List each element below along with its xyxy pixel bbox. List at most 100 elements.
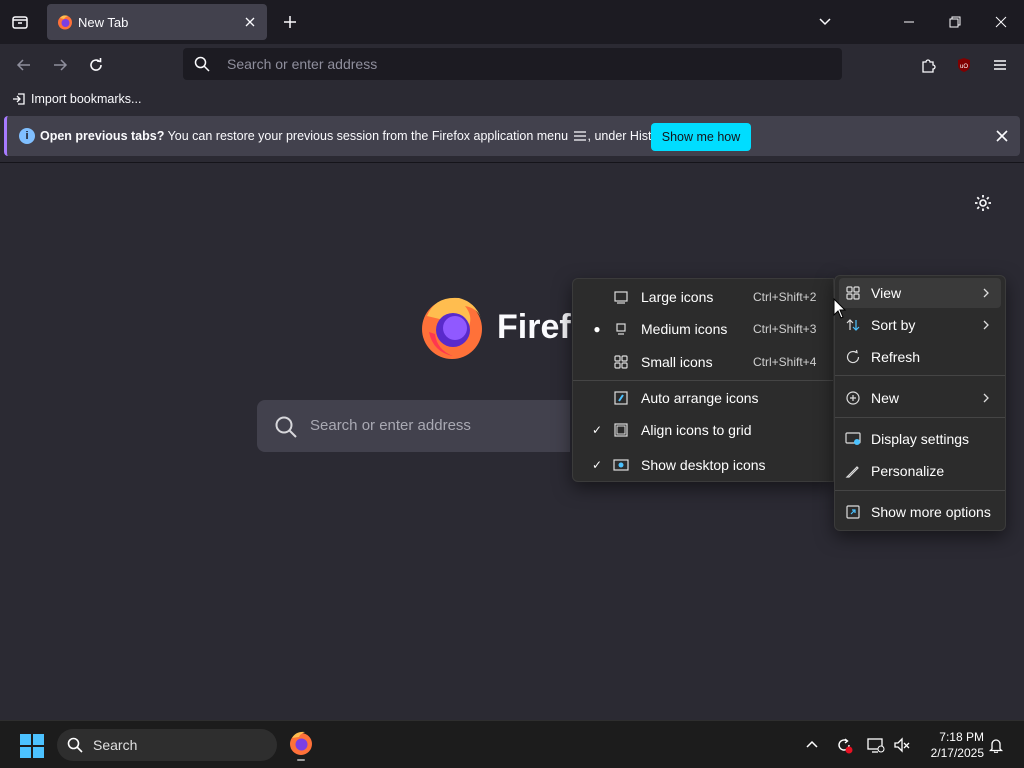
- menu-separator: [573, 380, 833, 381]
- address-bar[interactable]: Search or enter address: [183, 48, 842, 80]
- menu-item-shortcut: Ctrl+Shift+2: [753, 290, 817, 304]
- menu-item-label: Auto arrange icons: [641, 390, 759, 406]
- menu-item-shortcut: Ctrl+Shift+4: [753, 355, 817, 369]
- ublock-icon: uO: [958, 58, 970, 72]
- firefox-icon: [290, 731, 312, 755]
- menu-item-auto-arrange[interactable]: Auto arrange icons: [577, 383, 829, 413]
- checkmark-icon: ✓: [591, 423, 603, 437]
- tab-overflow-button[interactable]: [814, 11, 836, 33]
- restore-session-infobar: i Open previous tabs? You can restore yo…: [4, 116, 1020, 156]
- desktop-context-menu: View Sort by Refresh New Display setting…: [834, 275, 1006, 531]
- back-button[interactable]: [11, 52, 37, 78]
- arrow-left-icon: [16, 59, 30, 71]
- ublock-origin-button[interactable]: uO: [951, 52, 977, 78]
- chevron-right-icon: [983, 288, 989, 298]
- menu-item-view[interactable]: View: [839, 278, 1001, 308]
- grid-icon: [846, 286, 860, 300]
- bookmarks-toolbar: Import bookmarks...: [0, 84, 1024, 114]
- menu-item-label: Personalize: [871, 463, 945, 479]
- firefox-favicon-icon: [58, 15, 72, 30]
- menu-item-show-desktop-icons[interactable]: ✓ Show desktop icons: [577, 450, 829, 480]
- infobar-title: Open previous tabs?: [40, 129, 165, 143]
- extensions-button[interactable]: [916, 52, 942, 78]
- menu-item-label: Refresh: [871, 349, 921, 365]
- menu-item-sort-by[interactable]: Sort by: [839, 310, 1001, 340]
- bell-icon: [988, 739, 1004, 753]
- tab-new-tab[interactable]: New Tab: [47, 4, 267, 40]
- new-tab-button[interactable]: [279, 10, 301, 34]
- menu-item-large-icons[interactable]: Large icons Ctrl+Shift+2: [577, 282, 829, 312]
- large-icons-icon: [614, 291, 628, 304]
- newtab-search-input[interactable]: Search or enter address: [310, 417, 471, 434]
- chevron-right-icon: [983, 393, 989, 403]
- list-all-tabs-button[interactable]: [8, 10, 32, 34]
- newtab-search-box[interactable]: Search or enter address: [257, 400, 570, 452]
- show-me-how-button[interactable]: Show me how: [651, 123, 751, 151]
- small-icons-icon: [614, 355, 628, 369]
- window-close-button[interactable]: [978, 6, 1024, 38]
- search-icon: [275, 416, 297, 438]
- update-tray-button[interactable]: [834, 735, 854, 755]
- refresh-icon: [846, 349, 860, 364]
- reload-button[interactable]: [83, 52, 109, 78]
- network-tray-button[interactable]: [866, 735, 886, 755]
- firefox-logo-icon: [422, 297, 482, 359]
- menu-item-display-settings[interactable]: Display settings: [839, 424, 1001, 454]
- auto-arrange-icon: [614, 391, 628, 405]
- forward-button[interactable]: [47, 52, 73, 78]
- address-input[interactable]: Search or enter address: [227, 56, 377, 72]
- import-bookmarks-item[interactable]: Import bookmarks...: [12, 90, 141, 108]
- clock-date: 2/17/2025: [930, 746, 984, 760]
- menu-item-refresh[interactable]: Refresh: [839, 342, 1001, 372]
- menu-item-small-icons[interactable]: Small icons Ctrl+Shift+4: [577, 347, 829, 377]
- menu-item-show-more-options[interactable]: Show more options: [839, 497, 1001, 527]
- search-icon: [194, 56, 210, 72]
- restore-button[interactable]: [932, 6, 978, 38]
- menu-item-label: Display settings: [871, 431, 970, 447]
- gear-icon[interactable]: [973, 193, 993, 213]
- menu-item-personalize[interactable]: Personalize: [839, 456, 1001, 486]
- show-desktop-icon: [613, 459, 629, 471]
- firefox-wordmark: Firefox: [497, 308, 571, 346]
- taskbar: Search 7:18 PM 2/17/2025: [0, 720, 1024, 768]
- puzzle-piece-icon: [922, 59, 936, 73]
- menu-separator: [835, 417, 1005, 418]
- chevron-down-icon: [819, 18, 831, 26]
- menu-item-new[interactable]: New: [839, 383, 1001, 413]
- taskbar-search-label: Search: [93, 737, 138, 753]
- menu-item-label: Show desktop icons: [641, 457, 766, 473]
- chevron-up-icon: [806, 740, 818, 748]
- volume-tray-button[interactable]: [892, 735, 912, 755]
- import-icon: [13, 93, 25, 105]
- menu-item-align-grid[interactable]: ✓ Align icons to grid: [577, 415, 829, 445]
- infobar-close-button[interactable]: [992, 126, 1012, 146]
- menu-item-medium-icons[interactable]: ● Medium icons Ctrl+Shift+3: [577, 314, 829, 344]
- app-menu-button[interactable]: [987, 52, 1013, 78]
- show-hidden-icons-button[interactable]: [802, 735, 822, 755]
- taskbar-clock[interactable]: 7:18 PM 2/17/2025: [918, 729, 984, 761]
- more-options-icon: [846, 505, 860, 519]
- tab-close-button[interactable]: [241, 13, 259, 31]
- hamburger-menu-icon: [573, 131, 586, 141]
- taskbar-search-box[interactable]: Search: [57, 729, 277, 761]
- close-icon: [996, 130, 1008, 142]
- menu-item-label: Align icons to grid: [641, 422, 752, 438]
- import-bookmarks-label: Import bookmarks...: [31, 92, 142, 106]
- minimize-button[interactable]: [886, 6, 932, 38]
- restore-icon: [949, 16, 961, 28]
- clock-time: 7:18 PM: [939, 730, 984, 744]
- view-submenu: Large icons Ctrl+Shift+2 ● Medium icons …: [572, 278, 834, 482]
- windows-start-icon[interactable]: [20, 734, 44, 758]
- tab-bar: New Tab: [0, 0, 1024, 44]
- infobar-message: Open previous tabs? You can restore your…: [40, 129, 671, 143]
- menu-separator: [835, 375, 1005, 376]
- sort-icon: [846, 319, 860, 331]
- menu-separator: [835, 490, 1005, 491]
- taskbar-firefox-app[interactable]: [287, 729, 315, 761]
- menu-item-label: View: [871, 285, 902, 301]
- svg-text:uO: uO: [960, 64, 968, 70]
- menu-item-label: Sort by: [871, 317, 916, 333]
- medium-icons-icon: [616, 323, 626, 335]
- notifications-button[interactable]: [986, 735, 1006, 755]
- checkmark-icon: ✓: [591, 458, 603, 472]
